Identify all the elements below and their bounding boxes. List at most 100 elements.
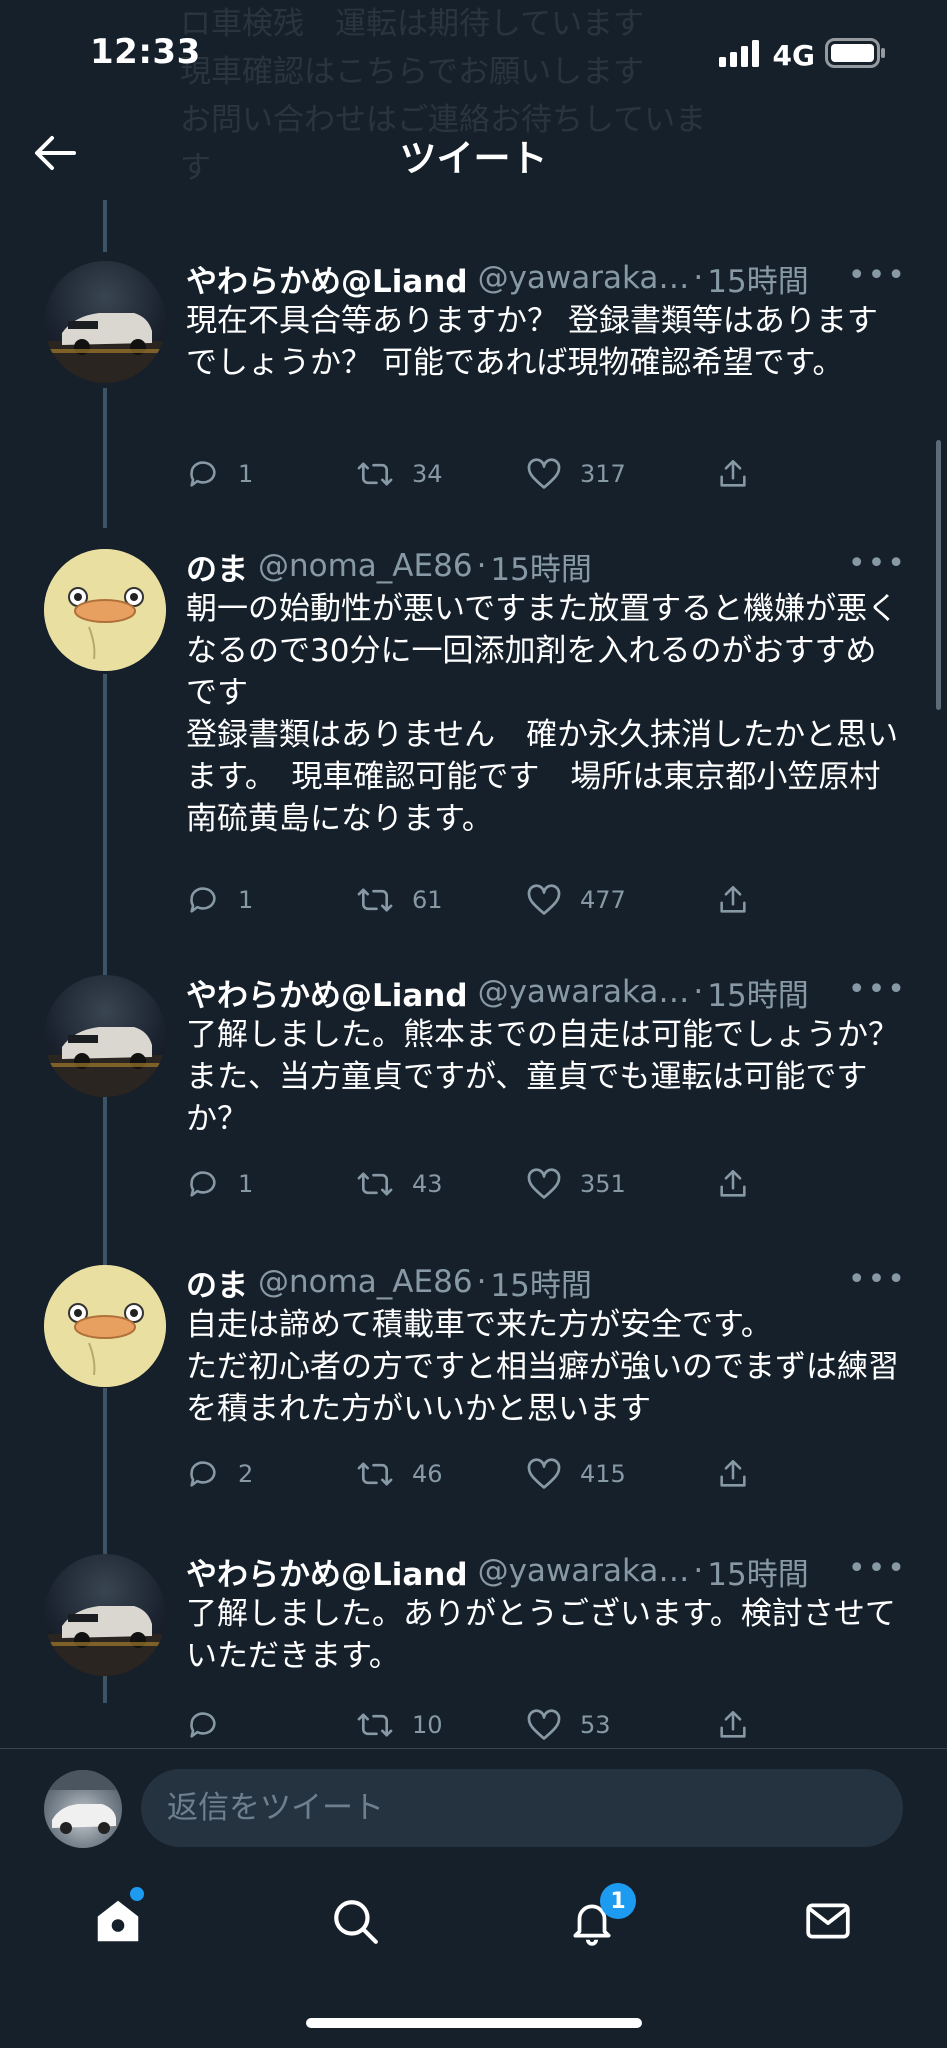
display-name[interactable]: やわらかめ@Liand xyxy=(186,1549,468,1594)
user-handle[interactable]: @yawaraka… xyxy=(478,1553,690,1589)
share-button[interactable] xyxy=(716,883,750,917)
tweet-text: 自走は諦めて積載車で来た方が安全です。 ただ初心者の方ですと相当癖が強いのでまず… xyxy=(186,1307,899,1427)
thread-connector xyxy=(103,200,107,252)
like-count: 477 xyxy=(580,886,626,914)
status-bar: 12:33 4G xyxy=(0,0,947,108)
reply-icon xyxy=(190,1171,216,1197)
more-options-icon[interactable]: ••• xyxy=(848,1551,907,1586)
thread-connector xyxy=(103,1100,107,1285)
share-icon xyxy=(720,1169,746,1197)
retweet-icon xyxy=(357,462,393,486)
display-name[interactable]: やわらかめ@Liand xyxy=(186,256,468,301)
messages-icon xyxy=(806,1903,850,1939)
share-icon xyxy=(720,459,746,487)
retweet-icon xyxy=(357,1462,393,1486)
tweet-time: 15時間 xyxy=(707,977,809,1014)
retweet-icon xyxy=(357,888,393,912)
user-handle[interactable]: @yawaraka… xyxy=(478,260,690,296)
tab-messages[interactable] xyxy=(798,1891,858,1951)
share-icon xyxy=(720,885,746,913)
status-time: 12:33 xyxy=(90,32,201,72)
reply-button[interactable]: 1 xyxy=(186,457,356,491)
reply-button[interactable] xyxy=(186,1708,356,1742)
like-button[interactable]: 351 xyxy=(526,1167,716,1201)
avatar[interactable] xyxy=(44,549,166,671)
more-options-icon[interactable]: ••• xyxy=(848,1262,907,1297)
reply-count: 2 xyxy=(238,1460,254,1488)
reply-button[interactable]: 1 xyxy=(186,883,356,917)
avatar[interactable] xyxy=(44,1554,166,1676)
like-count: 53 xyxy=(580,1711,611,1739)
share-button[interactable] xyxy=(716,1708,750,1742)
reply-thread: やわらかめ@Liand @yawaraka… · 15時間 ••• 現在不具合等… xyxy=(0,200,947,1748)
retweet-count: 46 xyxy=(412,1460,443,1488)
more-options-icon[interactable]: ••• xyxy=(848,546,907,581)
more-options-icon[interactable]: ••• xyxy=(848,972,907,1007)
reply-input[interactable] xyxy=(141,1769,903,1847)
reply-composer xyxy=(0,1749,947,1863)
tweet-header: やわらかめ@Liand @yawaraka… · 15時間 ••• xyxy=(186,970,907,1014)
avatar[interactable] xyxy=(44,975,166,1097)
retweet-count: 34 xyxy=(412,460,443,488)
share-button[interactable] xyxy=(716,457,750,491)
heart-icon xyxy=(527,884,561,915)
share-icon xyxy=(720,1459,746,1487)
tweet-header: のま @noma_AE86 · 15時間 ••• xyxy=(186,1260,907,1304)
reply-icon xyxy=(190,887,216,913)
notification-badge: 1 xyxy=(600,1883,636,1919)
tweet-actions: 1 34 317 xyxy=(186,454,877,494)
reply-icon xyxy=(190,461,216,487)
tweet-text: 了解しました。ありがとうございます。検討させていただきます。 xyxy=(186,1596,896,1674)
avatar[interactable] xyxy=(44,261,166,383)
tweet-time: 15時間 xyxy=(707,1556,809,1593)
thread-connector xyxy=(103,388,107,528)
tweet-header: やわらかめ@Liand @yawaraka… · 15時間 ••• xyxy=(186,256,907,300)
heart-icon xyxy=(527,1458,561,1489)
home-badge xyxy=(130,1887,144,1901)
retweet-count: 43 xyxy=(412,1170,443,1198)
tweet-actions: 1 43 351 xyxy=(186,1164,877,1204)
more-options-icon[interactable]: ••• xyxy=(848,258,907,293)
retweet-count: 10 xyxy=(412,1711,443,1739)
display-name[interactable]: のま xyxy=(186,1260,248,1305)
reply-icon xyxy=(190,1712,216,1738)
tab-search[interactable] xyxy=(325,1891,385,1951)
my-avatar[interactable] xyxy=(44,1770,122,1848)
status-indicators: 4G xyxy=(718,38,887,72)
tweet-text: 朝一の始動性が悪いですまた放置すると機嫌が悪くなるので30分に一回添加剤を入れる… xyxy=(186,591,899,837)
like-button[interactable]: 317 xyxy=(526,457,716,491)
tweet-header: のま @noma_AE86 · 15時間 ••• xyxy=(186,544,907,588)
avatar[interactable] xyxy=(44,1265,166,1387)
reply-count: 1 xyxy=(238,1170,254,1198)
tweet-time: 15時間 xyxy=(707,263,809,300)
share-button[interactable] xyxy=(716,1167,750,1201)
home-indicator[interactable] xyxy=(306,2018,642,2028)
like-button[interactable]: 53 xyxy=(526,1708,716,1742)
like-count: 317 xyxy=(580,460,626,488)
reply-button[interactable]: 1 xyxy=(186,1167,356,1201)
user-handle[interactable]: @noma_AE86 xyxy=(258,1264,473,1300)
retweet-button[interactable]: 46 xyxy=(356,1457,526,1491)
share-button[interactable] xyxy=(716,1457,750,1491)
tweet-actions: 1 61 477 xyxy=(186,880,877,920)
retweet-icon xyxy=(357,1172,393,1196)
reply-button[interactable]: 2 xyxy=(186,1457,356,1491)
retweet-button[interactable]: 34 xyxy=(356,457,526,491)
display-name[interactable]: やわらかめ@Liand xyxy=(186,970,468,1015)
tweet-header: やわらかめ@Liand @yawaraka… · 15時間 ••• xyxy=(186,1549,907,1593)
tweet-actions: 10 53 xyxy=(186,1705,877,1745)
like-count: 415 xyxy=(580,1460,626,1488)
signal-icon xyxy=(718,39,763,71)
retweet-icon xyxy=(357,1713,393,1737)
like-button[interactable]: 477 xyxy=(526,883,716,917)
user-handle[interactable]: @yawaraka… xyxy=(478,974,690,1010)
retweet-button[interactable]: 10 xyxy=(356,1708,526,1742)
page-title: ツイート xyxy=(399,137,548,180)
share-icon xyxy=(720,1710,746,1738)
header: ツイート xyxy=(0,108,947,200)
user-handle[interactable]: @noma_AE86 xyxy=(258,548,473,584)
display-name[interactable]: のま xyxy=(186,544,248,589)
retweet-button[interactable]: 43 xyxy=(356,1167,526,1201)
retweet-button[interactable]: 61 xyxy=(356,883,526,917)
like-button[interactable]: 415 xyxy=(526,1457,716,1491)
